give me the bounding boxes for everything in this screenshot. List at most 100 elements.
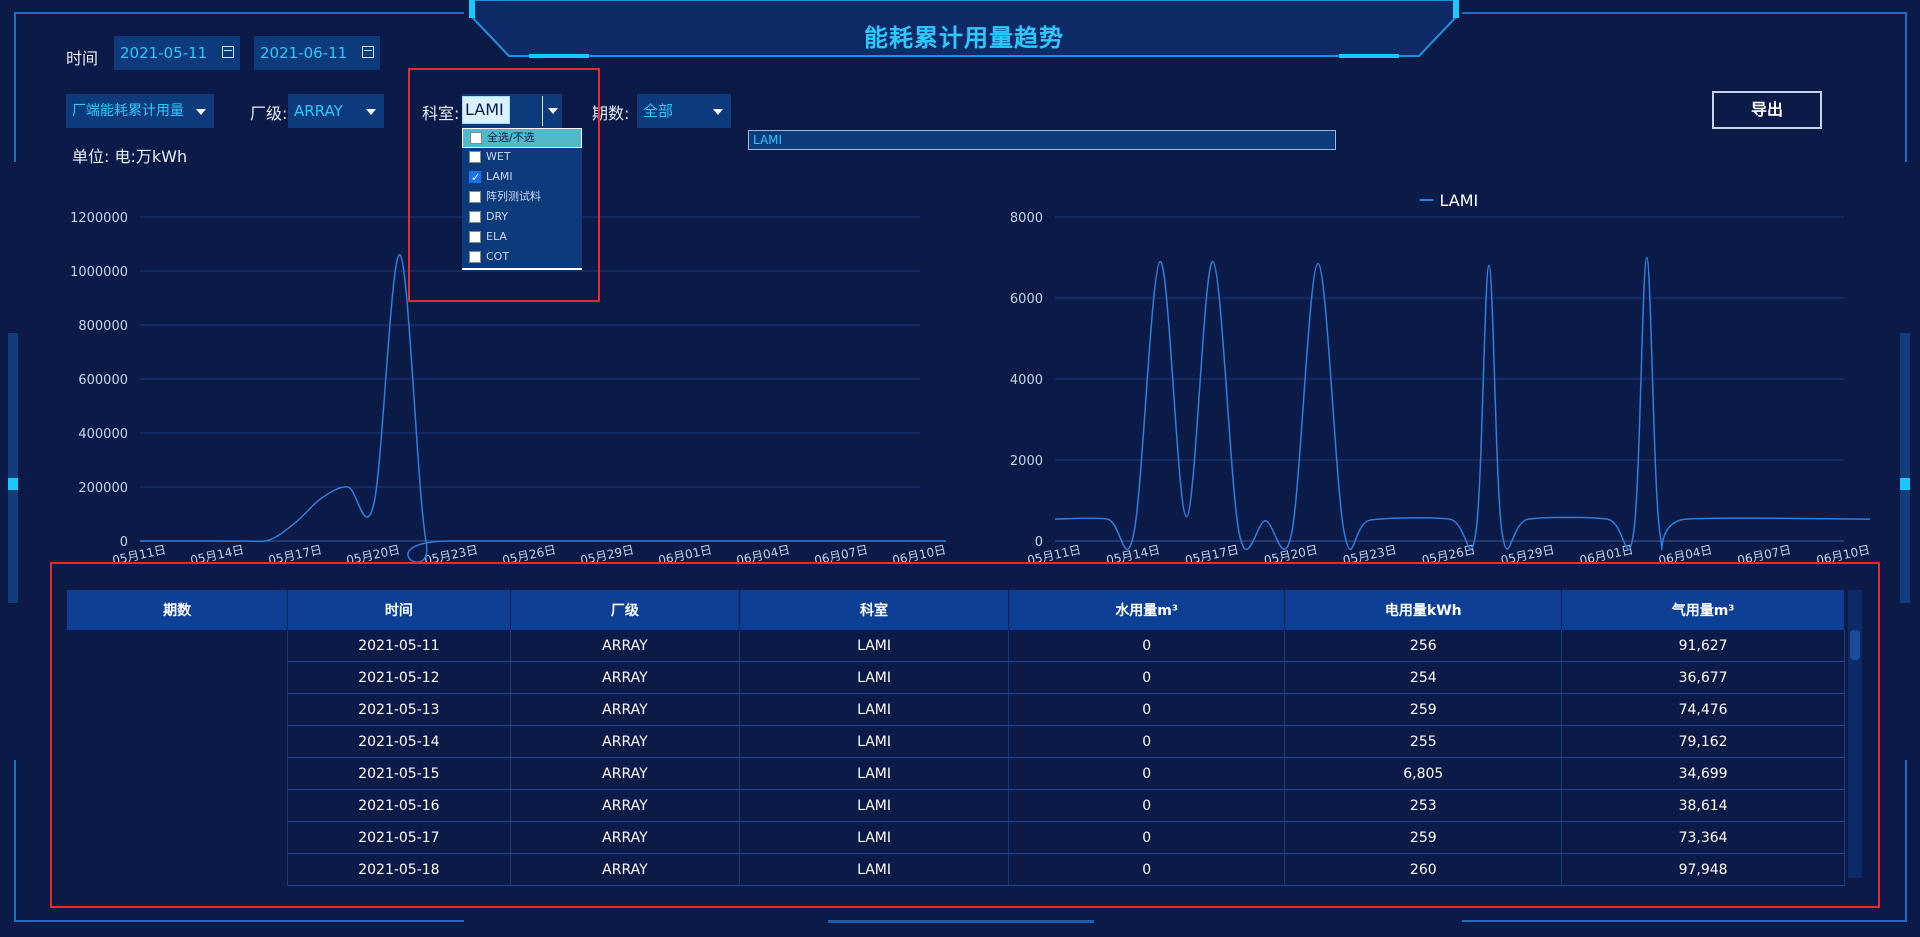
right-rail (1900, 333, 1910, 603)
table-cell (67, 757, 289, 790)
table-cell: ARRAY (510, 853, 741, 886)
table-cell: ARRAY (510, 661, 741, 694)
table-row[interactable]: 2021-05-16 ARRAY LAMI 0 253 38,614 (67, 789, 1845, 822)
y-tick-label: 8000 (1010, 211, 1043, 226)
y-tick-label: 1200000 (70, 211, 128, 226)
table-cell: 2021-05-14 (287, 725, 511, 758)
table-row[interactable]: 2021-05-14 ARRAY LAMI 0 255 79,162 (67, 725, 1845, 758)
table-row[interactable]: 2021-05-11 ARRAY LAMI 0 256 91,627 (67, 630, 1845, 662)
calendar-icon[interactable] (222, 46, 234, 58)
frame-right-lower (1905, 760, 1907, 920)
table-row[interactable]: 2021-05-12 ARRAY LAMI 0 254 36,677 (67, 661, 1845, 694)
table-cell: 2021-05-11 (287, 630, 511, 662)
table-row[interactable]: 2021-05-15 ARRAY LAMI 0 6,805 34,699 (67, 757, 1845, 790)
export-button[interactable]: 导出 (1712, 91, 1822, 129)
table-cell (67, 821, 289, 854)
table-cell (67, 789, 289, 822)
table-cell: LAMI (739, 757, 1009, 790)
title-banner: 能耗累计用量趋势 (468, 0, 1460, 60)
chevron-down-icon (196, 109, 206, 115)
table-cell: ARRAY (510, 630, 741, 662)
start-date-input[interactable]: 2021-05-11 (114, 36, 240, 70)
table-cell: 34,699 (1561, 757, 1845, 790)
table-cell (67, 693, 289, 726)
table-cell: 260 (1284, 853, 1563, 886)
metric-select[interactable]: 厂端能耗累计用量 (66, 94, 214, 128)
table-cell (67, 630, 289, 662)
col-header-factory[interactable]: 厂级 (510, 590, 741, 630)
table-cell: 73,364 (1561, 821, 1845, 854)
y-tick-label: 0 (1035, 535, 1043, 550)
table-row[interactable]: 2021-05-13 ARRAY LAMI 0 259 74,476 (67, 693, 1845, 726)
table-cell: 0 (1008, 757, 1286, 790)
factory-select-value: ARRAY (294, 102, 343, 120)
frame-bottom-mid (828, 920, 1094, 923)
table-cell: 0 (1008, 853, 1286, 886)
data-table: 期数 时间 厂级 科室 水用量m³ 电用量kWh 气用量m³ 2021-05-1… (67, 590, 1845, 886)
chevron-down-icon (713, 109, 723, 115)
y-tick-label: 4000 (1010, 373, 1043, 388)
scrollbar-thumb[interactable] (1850, 630, 1860, 660)
frame-top-left (14, 12, 464, 14)
table-cell: 0 (1008, 789, 1286, 822)
table-cell: ARRAY (510, 693, 741, 726)
left-rail-marker (8, 478, 18, 490)
left-rail (8, 333, 18, 603)
right-line-chart: 0200040006000800005月11日 05月14日 05月17日 05月20… (1010, 191, 1870, 568)
table-cell: ARRAY (510, 725, 741, 758)
table-cell: ARRAY (510, 789, 741, 822)
col-header-gas[interactable]: 气用量m³ (1561, 590, 1845, 630)
table-cell: LAMI (739, 821, 1009, 854)
table-cell: 74,476 (1561, 693, 1845, 726)
table-cell: 79,162 (1561, 725, 1845, 758)
col-header-electric[interactable]: 电用量kWh (1284, 590, 1563, 630)
unit-label: 单位: 电:万kWh (72, 147, 188, 166)
highlight-box-dropdown (408, 68, 600, 302)
table-cell: 0 (1008, 693, 1286, 726)
table-cell: ARRAY (510, 821, 741, 854)
table-header-row: 期数 时间 厂级 科室 水用量m³ 电用量kWh 气用量m³ (67, 590, 1845, 630)
table-cell: LAMI (739, 853, 1009, 886)
table-cell: 2021-05-17 (287, 821, 511, 854)
frame-left-lower (14, 760, 16, 920)
table-cell: 0 (1008, 661, 1286, 694)
legend-label[interactable]: LAMI (1440, 191, 1479, 210)
factory-label: 厂级: (250, 104, 288, 123)
table-cell: 259 (1284, 693, 1563, 726)
table-cell: LAMI (739, 725, 1009, 758)
y-tick-label: 0 (120, 535, 128, 550)
table-cell: 255 (1284, 725, 1563, 758)
table-row[interactable]: 2021-05-18 ARRAY LAMI 0 260 97,948 (67, 853, 1845, 886)
phase-select[interactable]: 全部 (637, 94, 731, 128)
table-cell: 253 (1284, 789, 1563, 822)
y-tick-label: 400000 (78, 427, 128, 442)
col-header-time[interactable]: 时间 (287, 590, 511, 630)
table-cell: 259 (1284, 821, 1563, 854)
table-cell: LAMI (739, 693, 1009, 726)
table-cell: ARRAY (510, 757, 741, 790)
frame-left (14, 12, 16, 162)
table-cell: 0 (1008, 821, 1286, 854)
table-cell: 2021-05-18 (287, 853, 511, 886)
table-cell: 254 (1284, 661, 1563, 694)
frame-bottom-right (1462, 920, 1907, 922)
col-header-dept[interactable]: 科室 (739, 590, 1009, 630)
table-cell: 2021-05-15 (287, 757, 511, 790)
selected-dept-chip[interactable]: LAMI (748, 130, 1336, 150)
series-line (1054, 256, 1870, 551)
table-cell: LAMI (739, 661, 1009, 694)
col-header-water[interactable]: 水用量m³ (1008, 590, 1286, 630)
end-date-input[interactable]: 2021-06-11 (254, 36, 380, 70)
phase-select-value: 全部 (643, 102, 674, 120)
table-cell (67, 853, 289, 886)
table-scrollbar[interactable] (1848, 590, 1862, 878)
calendar-icon[interactable] (362, 46, 374, 58)
y-tick-label: 200000 (78, 481, 128, 496)
table-cell: LAMI (739, 630, 1009, 662)
factory-select[interactable]: ARRAY (288, 94, 384, 128)
y-tick-label: 800000 (78, 319, 128, 334)
table-row[interactable]: 2021-05-17 ARRAY LAMI 0 259 73,364 (67, 821, 1845, 854)
col-header-phase[interactable]: 期数 (67, 590, 289, 630)
table-cell: 2021-05-13 (287, 693, 511, 726)
metric-select-value: 厂端能耗累计用量 (72, 103, 184, 119)
